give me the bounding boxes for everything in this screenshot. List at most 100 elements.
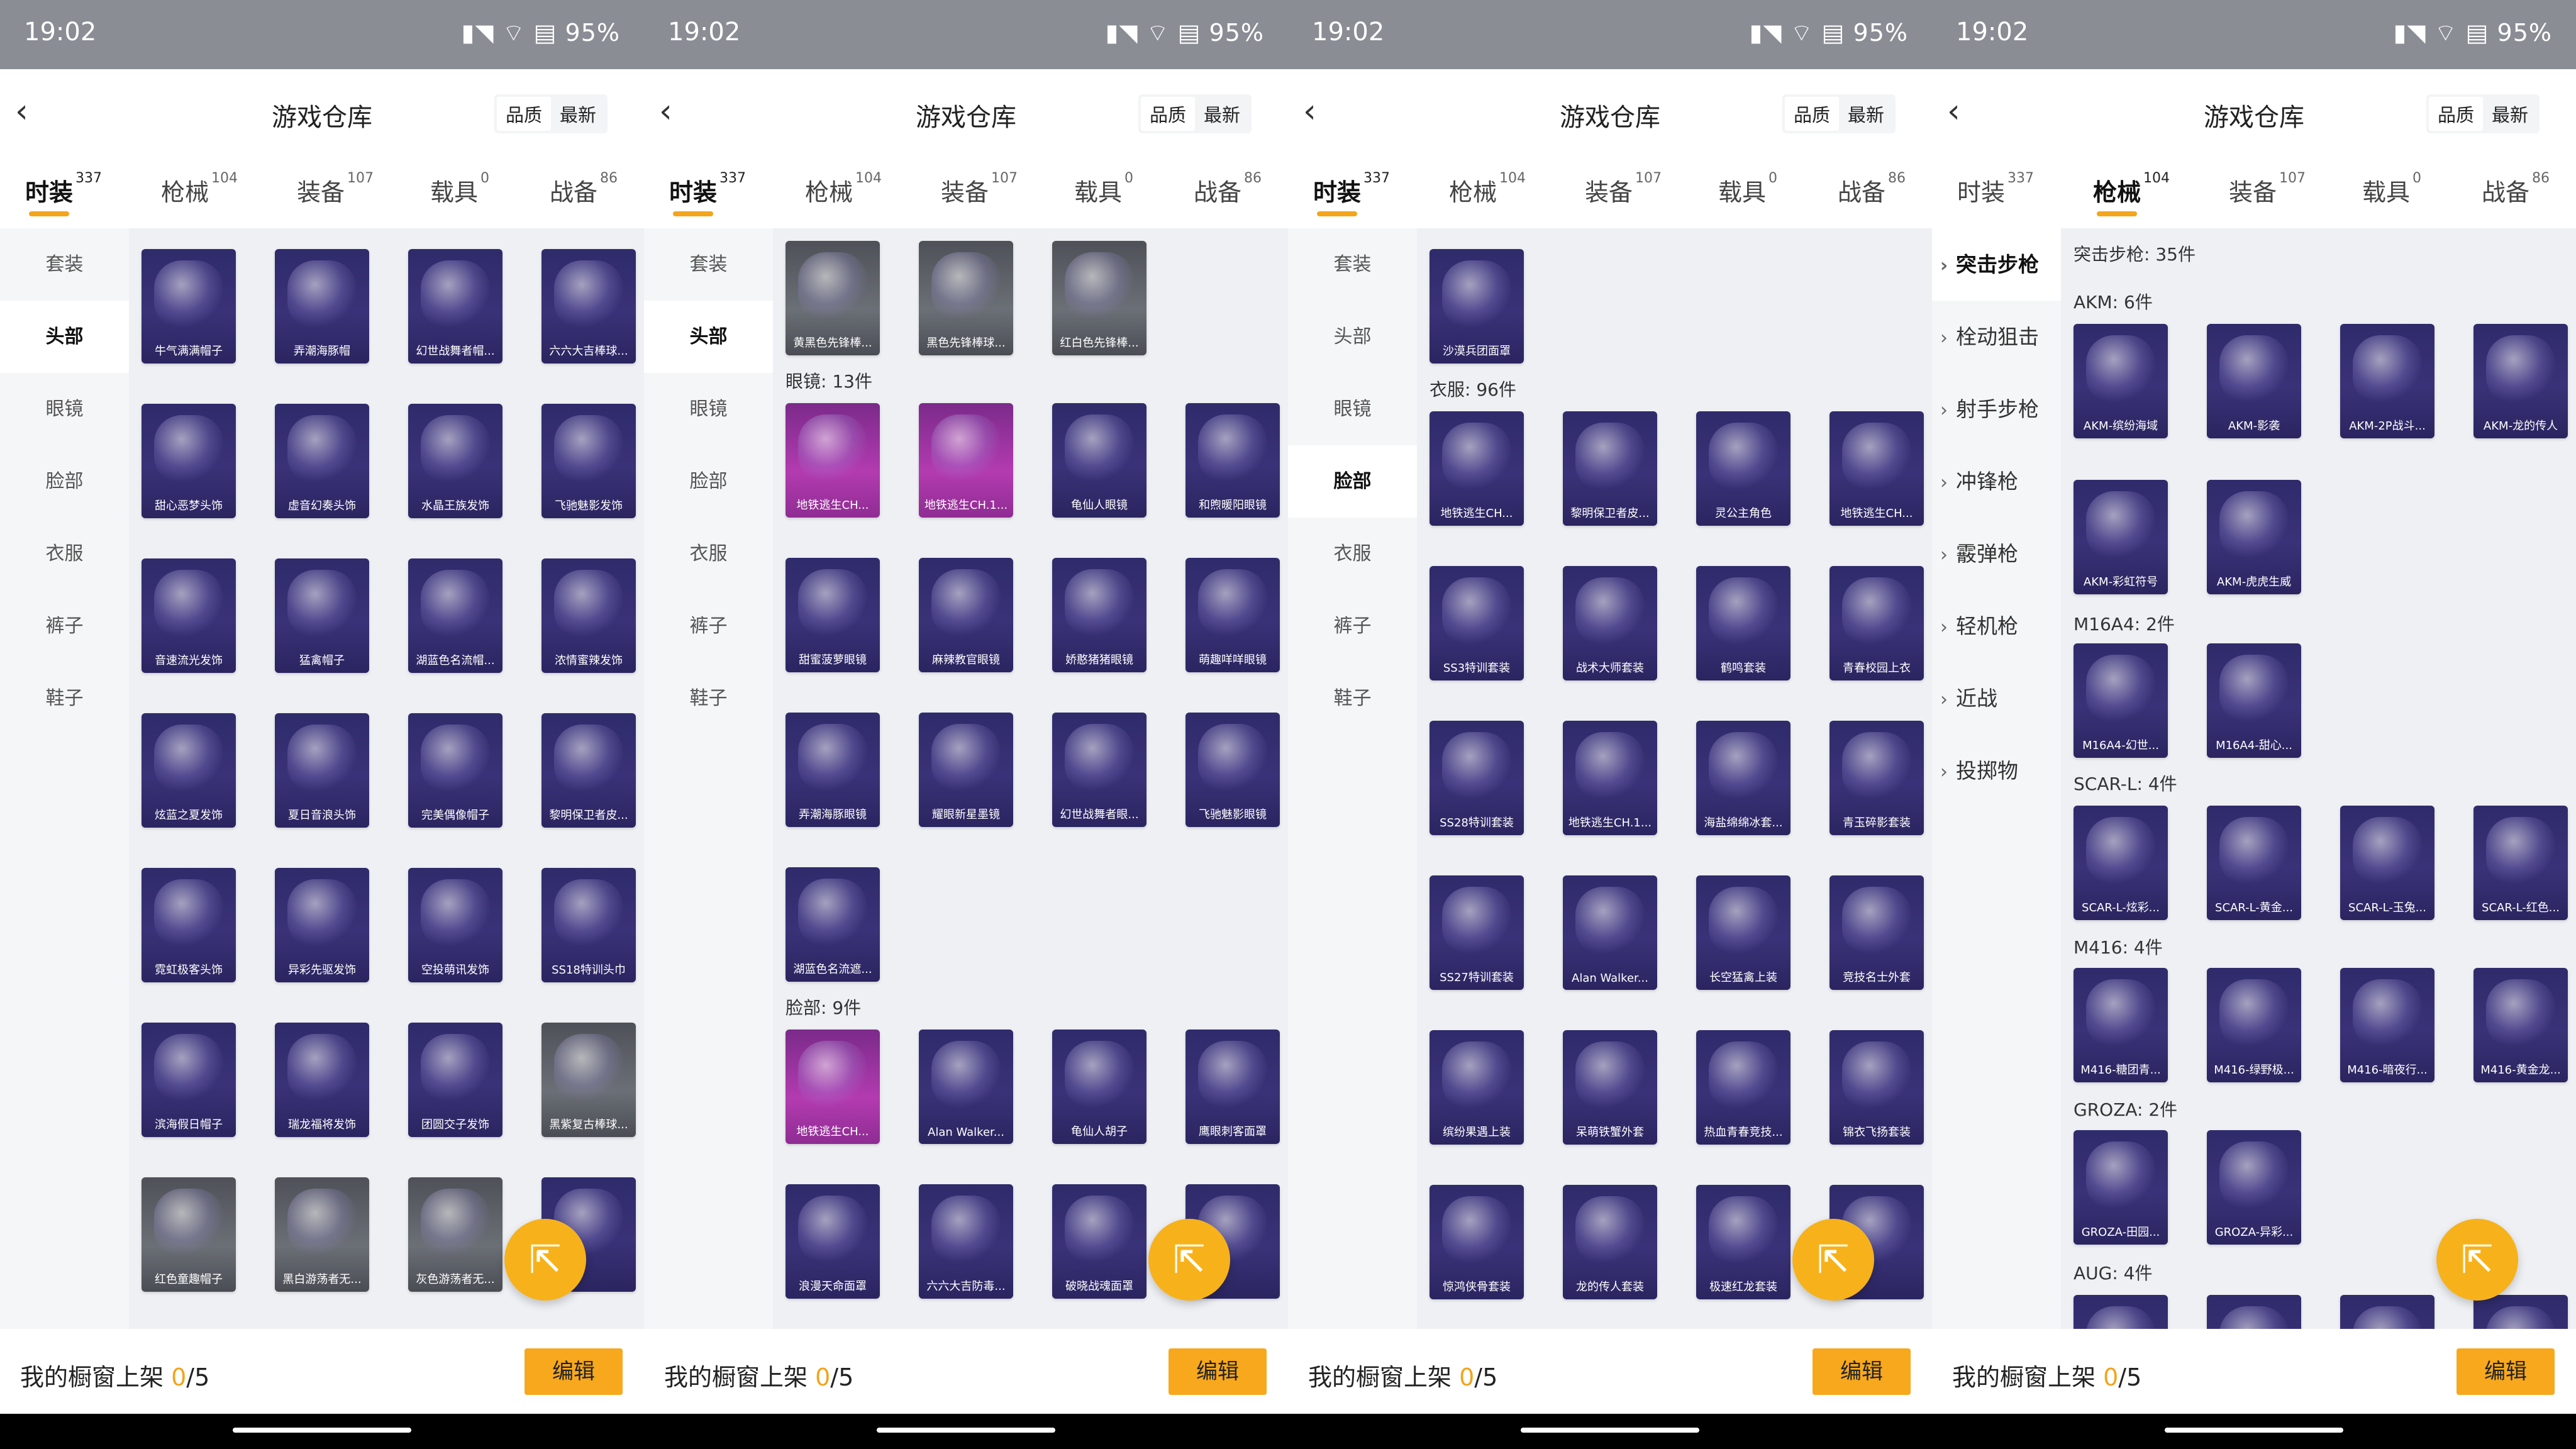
sidebar-item-clothes[interactable]: 衣服 (1288, 518, 1417, 590)
item-card[interactable]: 夏日音浪头饰 (275, 713, 369, 828)
item-card[interactable]: 红白色先锋棒... (1052, 241, 1146, 355)
item-card[interactable]: 地铁逃生CH... (786, 403, 880, 518)
item-card[interactable]: 惊鸿侠骨套装 (1430, 1185, 1524, 1299)
item-card[interactable]: 滨海假日帽子 (142, 1023, 236, 1137)
item-card[interactable]: 牛气满满帽子 (142, 249, 236, 364)
item-card[interactable]: 青春校园上衣 (1829, 566, 1924, 680)
tab-vehicles[interactable]: 载具0 (1718, 170, 1777, 208)
edit-button[interactable]: 编辑 (1813, 1348, 1911, 1395)
tab-supplies[interactable]: 战备86 (2482, 170, 2550, 208)
item-card[interactable]: 甜蜜菠萝眼镜 (786, 558, 880, 672)
item-card[interactable]: 黄黑色先锋棒... (786, 241, 880, 355)
item-card[interactable]: 弄潮海豚眼镜 (786, 713, 880, 827)
item-card[interactable]: 湖蓝色名流帽... (408, 558, 502, 673)
sidebar-item-lmg[interactable]: › 轻机枪 (1932, 590, 2061, 662)
sidebar-item-clothes[interactable]: 衣服 (0, 518, 129, 590)
weapon-card[interactable]: GROZA-异彩... (2207, 1130, 2301, 1245)
weapon-card[interactable]: M16A4-幻世... (2074, 643, 2168, 758)
sort-latest-button[interactable]: 最新 (1839, 97, 1893, 131)
item-card[interactable]: 麻辣教官眼镜 (919, 558, 1013, 672)
item-card[interactable]: 黎明保卫者皮... (541, 713, 636, 828)
item-card[interactable]: 浓情蜜辣发饰 (541, 558, 636, 673)
share-fab-button[interactable]: ⇱ (1792, 1219, 1874, 1301)
item-card[interactable]: 地铁逃生CH... (1829, 411, 1924, 526)
tab-supplies[interactable]: 战备86 (1194, 170, 1262, 208)
item-card[interactable]: 战术大师套装 (1563, 566, 1657, 680)
item-card[interactable]: 红色童趣帽子 (142, 1177, 236, 1292)
item-card[interactable]: 飞驰魅影眼镜 (1185, 713, 1280, 827)
item-card[interactable]: SS18特训头巾 (541, 868, 636, 982)
weapon-card[interactable]: SCAR-L-黄金... (2207, 806, 2301, 920)
item-card[interactable]: 龟仙人眼镜 (1052, 403, 1146, 518)
sort-quality-button[interactable]: 品质 (496, 97, 551, 131)
sidebar-item-shoes[interactable]: 鞋子 (644, 662, 773, 735)
item-card[interactable]: 破晓战魂面罩 (1052, 1184, 1146, 1299)
item-card[interactable]: 幻世战舞者帽... (408, 249, 502, 364)
tab-equipment[interactable]: 装备107 (941, 170, 1018, 208)
weapon-card[interactable]: M416-暗夜行... (2340, 968, 2434, 1082)
sort-quality-button[interactable]: 品质 (1140, 97, 1195, 131)
weapon-card[interactable] (2473, 1295, 2568, 1329)
item-card[interactable]: 六六大吉防毒... (919, 1184, 1013, 1299)
item-card[interactable]: 飞驰魅影发饰 (541, 404, 636, 518)
weapon-card[interactable]: SCAR-L-红色... (2473, 806, 2568, 920)
tab-fashion[interactable]: 时装337 (1313, 170, 1390, 216)
item-card[interactable]: 灵公主角色 (1696, 411, 1790, 526)
sort-latest-button[interactable]: 最新 (551, 97, 605, 131)
home-indicator[interactable] (877, 1428, 1055, 1433)
item-card[interactable]: 霓虹极客头饰 (142, 868, 236, 982)
tab-equipment[interactable]: 装备107 (1585, 170, 1662, 208)
sidebar-item-head[interactable]: 头部 (1288, 301, 1417, 373)
item-card[interactable]: 黑紫复古棒球... (541, 1023, 636, 1137)
item-card[interactable]: 浪漫天命面罩 (786, 1184, 880, 1299)
weapon-card[interactable]: GROZA-田园... (2074, 1130, 2168, 1245)
sidebar-item-shoes[interactable]: 鞋子 (1288, 662, 1417, 735)
weapon-card[interactable]: AKM-龙的传人 (2473, 324, 2568, 438)
edit-button[interactable]: 编辑 (1169, 1348, 1267, 1395)
tab-fashion[interactable]: 时装337 (25, 170, 102, 216)
sidebar-item-suits[interactable]: 套装 (644, 228, 773, 301)
home-indicator[interactable] (233, 1428, 411, 1433)
item-card[interactable]: 炫蓝之夏发饰 (142, 713, 236, 828)
item-card[interactable]: 呆萌铁蟹外套 (1563, 1030, 1657, 1145)
sort-latest-button[interactable]: 最新 (1195, 97, 1249, 131)
item-card[interactable]: 甜心恶梦头饰 (142, 404, 236, 518)
sidebar-item-bolt-sniper[interactable]: › 栓动狙击 (1932, 301, 2061, 373)
item-card[interactable]: 音速流光发饰 (142, 558, 236, 673)
sidebar-item-clothes[interactable]: 衣服 (644, 518, 773, 590)
tab-supplies[interactable]: 战备86 (1838, 170, 1906, 208)
sidebar-item-pants[interactable]: 裤子 (644, 590, 773, 662)
tab-vehicles[interactable]: 载具0 (2362, 170, 2421, 208)
item-card[interactable]: 虚音幻奏头饰 (275, 404, 369, 518)
item-card[interactable]: 团圆交子发饰 (408, 1023, 502, 1137)
item-card[interactable]: SS3特训套装 (1430, 566, 1524, 680)
item-card[interactable]: SS27特训套装 (1430, 875, 1524, 990)
item-card[interactable]: 弄潮海豚帽 (275, 249, 369, 364)
item-card[interactable]: 黑白游荡者无... (275, 1177, 369, 1292)
tab-fashion[interactable]: 时装337 (1957, 170, 2034, 208)
item-card[interactable]: 娇憨猪猪眼镜 (1052, 558, 1146, 672)
item-card[interactable]: 长空猛禽上装 (1696, 875, 1790, 990)
sidebar-item-face[interactable]: 脸部 (1288, 445, 1417, 518)
tab-supplies[interactable]: 战备86 (550, 170, 618, 208)
home-indicator[interactable] (2165, 1428, 2343, 1433)
item-card[interactable]: 极速红龙套装 (1696, 1185, 1790, 1299)
edit-button[interactable]: 编辑 (2457, 1348, 2555, 1395)
share-fab-button[interactable]: ⇱ (2436, 1219, 2518, 1301)
weapon-card[interactable]: AKM-虎虎生威 (2207, 480, 2301, 594)
sidebar-item-glasses[interactable]: 眼镜 (0, 373, 129, 445)
sidebar-item-face[interactable]: 脸部 (644, 445, 773, 518)
item-card[interactable]: 地铁逃生CH... (1430, 411, 1524, 526)
sidebar-item-marksman-rifle[interactable]: › 射手步枪 (1932, 373, 2061, 445)
tab-fashion[interactable]: 时装337 (669, 170, 746, 216)
sidebar-item-glasses[interactable]: 眼镜 (1288, 373, 1417, 445)
item-card[interactable]: 热血青春竞技... (1696, 1030, 1790, 1145)
item-card[interactable]: 海盐绵绵冰套... (1696, 721, 1790, 835)
item-card[interactable]: 锦衣飞扬套装 (1829, 1030, 1924, 1145)
weapon-card[interactable]: SCAR-L-玉兔... (2340, 806, 2434, 920)
item-card[interactable]: SS28特训套装 (1430, 721, 1524, 835)
weapon-card[interactable]: M16A4-甜心... (2207, 643, 2301, 758)
sidebar-item-shoes[interactable]: 鞋子 (0, 662, 129, 735)
sidebar-item-shotgun[interactable]: › 霰弹枪 (1932, 518, 2061, 590)
sort-quality-button[interactable]: 品质 (2428, 97, 2483, 131)
